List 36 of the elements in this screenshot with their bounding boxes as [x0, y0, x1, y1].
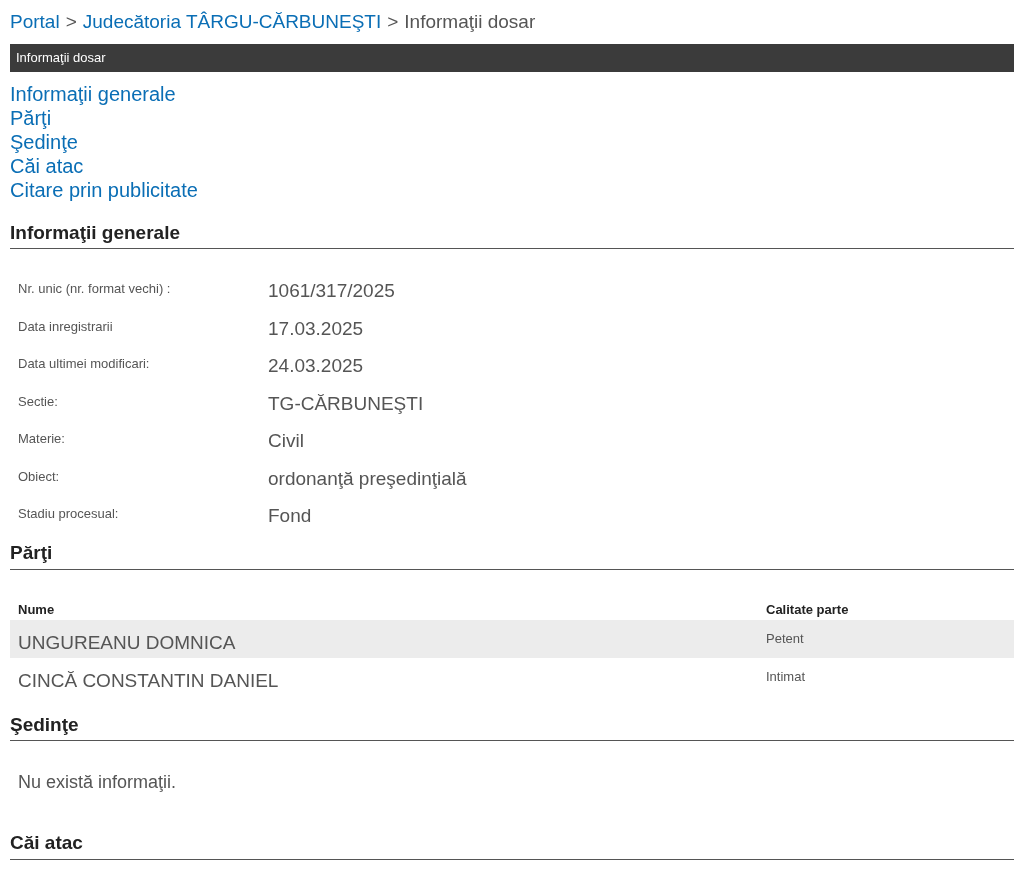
table-cell-text: Petent [766, 629, 805, 648]
table-cell-text: CINCĂ CONSTANTIN DANIEL [18, 668, 280, 693]
table-cell-text: Intimat [766, 667, 806, 686]
field-value: 24.03.2025 [268, 354, 364, 379]
field-value: Fond [268, 504, 312, 529]
breadcrumb-separator: > [387, 10, 399, 34]
section-link[interactable]: Părţi [10, 105, 52, 130]
section-link[interactable]: Informaţii generale [10, 81, 176, 106]
column-header: Calitate parte [766, 600, 850, 619]
title-bar: Informaţii dosar [10, 44, 1014, 72]
field-label: Obiect: [18, 467, 61, 486]
field-label: Data ultimei modificari: [18, 355, 151, 374]
field-label: Data inregistrarii [18, 317, 114, 336]
section-heading: Şedinţe [10, 713, 1014, 742]
breadcrumb-current: Informaţii dosar [404, 10, 536, 34]
breadcrumb-link[interactable]: Judecătoria TÂRGU-CĂRBUNEŞTI [82, 8, 382, 37]
field-value: 1061/317/2025 [268, 279, 395, 304]
section-heading: Informaţii generale [10, 221, 1014, 250]
section-heading: Părţi [10, 541, 1014, 570]
breadcrumb-link[interactable]: Portal [10, 8, 60, 37]
field-label: Nr. unic (nr. format vechi) : [18, 280, 172, 299]
field-label: Sectie: [18, 392, 59, 411]
section-link[interactable]: Şedinţe [10, 129, 78, 154]
field-value: Civil [268, 429, 304, 454]
field-value: TG-CĂRBUNEŞTI [268, 391, 424, 416]
breadcrumb-separator: > [65, 10, 77, 34]
section-heading: Căi atac [10, 832, 1014, 861]
section-link[interactable]: Căi atac [10, 153, 84, 178]
table-cell-text: UNGUREANU DOMNICA [18, 630, 237, 655]
column-header: Nume [18, 600, 56, 619]
empty-message: Nu există informaţii. [17, 771, 178, 795]
field-label: Stadiu procesual: [18, 505, 120, 524]
section-link[interactable]: Citare prin publicitate [10, 177, 198, 202]
field-value: ordonanţă preşedinţială [268, 466, 467, 491]
field-label: Materie: [18, 430, 66, 449]
field-value: 17.03.2025 [268, 316, 364, 341]
